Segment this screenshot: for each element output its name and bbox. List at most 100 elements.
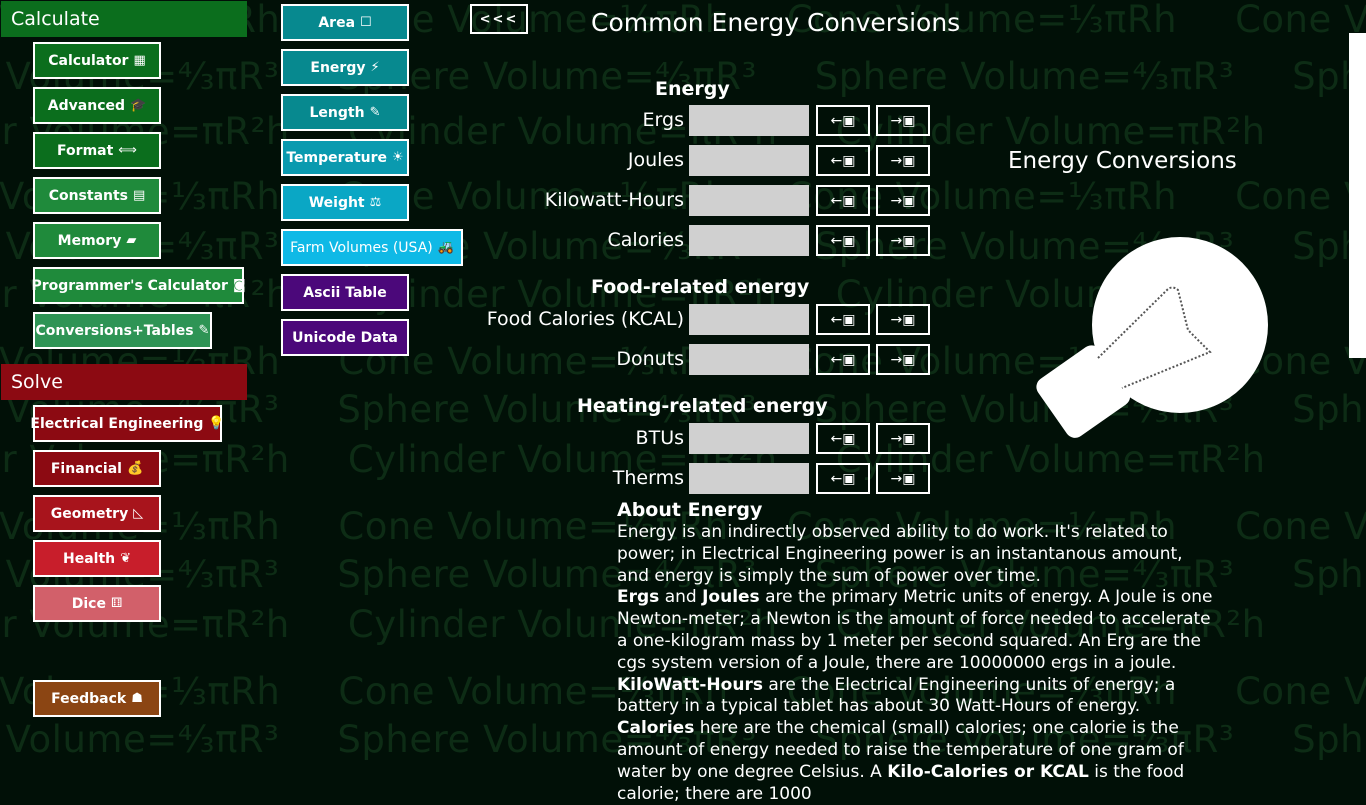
memory-card-icon: ▰ (126, 233, 137, 248)
donuts-to-left-button[interactable]: ←▣ (816, 344, 870, 375)
watermark-text: Cone Volume=⅓πRh (1235, 175, 1366, 218)
watermark-text: Cone Volume=⅓πRh (1235, 505, 1366, 548)
ergs-to-right-button[interactable]: →▣ (876, 105, 930, 136)
weight-button[interactable]: Weight ⚖ (281, 184, 409, 221)
page-title: Common Energy Conversions (591, 8, 961, 37)
donuts-input[interactable] (689, 344, 809, 375)
btus-to-right-button[interactable]: →▣ (876, 423, 930, 454)
joules-label: Joules (627, 149, 684, 171)
therms-to-left-button[interactable]: ←▣ (816, 463, 870, 494)
area-label: Area (318, 14, 356, 31)
kilowatt-hours-to-right-button[interactable]: →▣ (876, 185, 930, 216)
electrical-engineering-label: Electrical Engineering (30, 415, 204, 432)
geometry-button[interactable]: Geometry ◺ (33, 495, 161, 532)
back-button[interactable]: <<< (470, 4, 528, 34)
programmers-calculator-button[interactable]: Programmer's Calculator ◙ (31, 267, 246, 304)
unicode-data-button[interactable]: Unicode Data (281, 319, 409, 356)
health-button[interactable]: Health ❦ (33, 540, 161, 577)
format-button[interactable]: Format ⟺ (33, 132, 161, 169)
food-calories-to-right-button[interactable]: →▣ (876, 304, 930, 335)
watermark-text: Cone Volume=⅓πRh (1235, 0, 1366, 41)
ergs-to-left-button[interactable]: ←▣ (816, 105, 870, 136)
therms-input[interactable] (689, 463, 809, 494)
ergs-label: Ergs (642, 109, 684, 131)
about-paragraph-intro: Energy is an indirectly observed ability… (617, 522, 1183, 586)
therms-label: Therms (612, 467, 684, 489)
unicode-data-label: Unicode Data (292, 329, 398, 346)
dice-icon: ⚅ (110, 596, 123, 611)
conversions-tables-button[interactable]: Conversions+Tables ✎ (33, 312, 212, 349)
person-icon: ☗ (131, 691, 143, 706)
ruler-pencil-icon: ✎ (198, 323, 210, 338)
conversions-tables-label: Conversions+Tables (35, 322, 194, 339)
money-bag-icon: 💰 (126, 461, 144, 476)
calories-to-left-button[interactable]: ←▣ (816, 225, 870, 256)
dice-button[interactable]: Dice ⚅ (33, 585, 161, 622)
memory-button-label: Memory (57, 232, 122, 249)
ergs-input[interactable] (689, 105, 809, 136)
heating-group-heading: Heating-related energy (577, 395, 828, 417)
calories-label: Calories (607, 229, 685, 251)
watermark-text: Sphere Volume=⁴⁄₃πR³ (814, 55, 1235, 98)
energy-conversions-title: Energy Conversions (1008, 148, 1237, 174)
constants-button[interactable]: Constants ▤ (33, 177, 161, 214)
energy-button[interactable]: Energy ⚡ (281, 49, 409, 86)
calories-to-right-button[interactable]: →▣ (876, 225, 930, 256)
electrical-engineering-button[interactable]: Electrical Engineering 💡 (30, 405, 225, 442)
lightning-icon: ⚡ (370, 60, 380, 75)
memory-button[interactable]: Memory ▰ (33, 222, 161, 259)
watermark-text: Sphere Volume=⁴⁄₃πR³ (1292, 388, 1366, 431)
donuts-to-right-button[interactable]: →▣ (876, 344, 930, 375)
about-energy-section: About Energy Energy is an indirectly obs… (617, 498, 1217, 805)
temperature-label: Temperature (286, 149, 388, 166)
calculate-heading: Calculate (1, 1, 247, 37)
kilowatt-hours-to-left-button[interactable]: ←▣ (816, 185, 870, 216)
lightbulb-illustration (1036, 237, 1268, 438)
page-scrollbar[interactable] (1349, 33, 1366, 358)
about-paragraph-ergs: Ergs and Joules are the primary Metric u… (617, 587, 1213, 673)
format-button-label: Format (57, 142, 114, 159)
joules-input[interactable] (689, 145, 809, 176)
ascii-table-button[interactable]: Ascii Table (281, 274, 409, 311)
farm-volumes-label: Farm Volumes (USA) (290, 239, 433, 256)
triangle-ruler-icon: ◺ (133, 506, 144, 521)
advanced-button-label: Advanced (47, 97, 126, 114)
donuts-label: Donuts (616, 348, 684, 370)
therms-to-right-button[interactable]: →▣ (876, 463, 930, 494)
btus-input[interactable] (689, 423, 809, 454)
scale-icon: ⚖ (369, 195, 382, 210)
temperature-button[interactable]: Temperature ☀ (281, 139, 409, 176)
btus-label: BTUs (635, 427, 684, 449)
dice-label: Dice (71, 595, 106, 612)
financial-label: Financial (50, 460, 122, 477)
ascii-table-label: Ascii Table (303, 284, 387, 301)
about-paragraph-calories: Calories here are the chemical (small) c… (617, 718, 1185, 804)
weight-label: Weight (308, 194, 365, 211)
constants-button-label: Constants (48, 187, 129, 204)
length-button[interactable]: Length ✎ (281, 94, 409, 131)
farm-volumes-button[interactable]: Farm Volumes (USA) 🚜 (281, 229, 463, 266)
financial-button[interactable]: Financial 💰 (33, 450, 161, 487)
btus-to-left-button[interactable]: ←▣ (816, 423, 870, 454)
geometry-label: Geometry (50, 505, 129, 522)
energy-group-heading: Energy (655, 78, 730, 100)
about-paragraph-kwh: KiloWatt-Hours are the Electrical Engine… (617, 674, 1176, 717)
watermark-text: Sphere Volume=⁴⁄₃πR³ (1292, 553, 1366, 596)
joules-to-left-button[interactable]: ←▣ (816, 145, 870, 176)
feedback-button[interactable]: Feedback ☗ (33, 680, 161, 717)
watermark-text: Sphere Volume=⁴⁄₃πR³ (1292, 718, 1366, 761)
heart-icon: ❦ (120, 551, 132, 566)
kilowatt-hours-input[interactable] (689, 185, 809, 216)
calculator-button-label: Calculator (48, 52, 129, 69)
pencil-icon: ✎ (369, 105, 381, 120)
area-button[interactable]: Area ☐ (281, 4, 409, 41)
sun-icon: ☀ (392, 150, 404, 165)
advanced-button[interactable]: Advanced 🎓 (33, 87, 161, 124)
calculator-button[interactable]: Calculator ▦ (33, 42, 161, 79)
energy-label: Energy (310, 59, 366, 76)
food-calories-to-left-button[interactable]: ←▣ (816, 304, 870, 335)
length-label: Length (309, 104, 365, 121)
calories-input[interactable] (689, 225, 809, 256)
joules-to-right-button[interactable]: →▣ (876, 145, 930, 176)
food-calories-input[interactable] (689, 304, 809, 335)
